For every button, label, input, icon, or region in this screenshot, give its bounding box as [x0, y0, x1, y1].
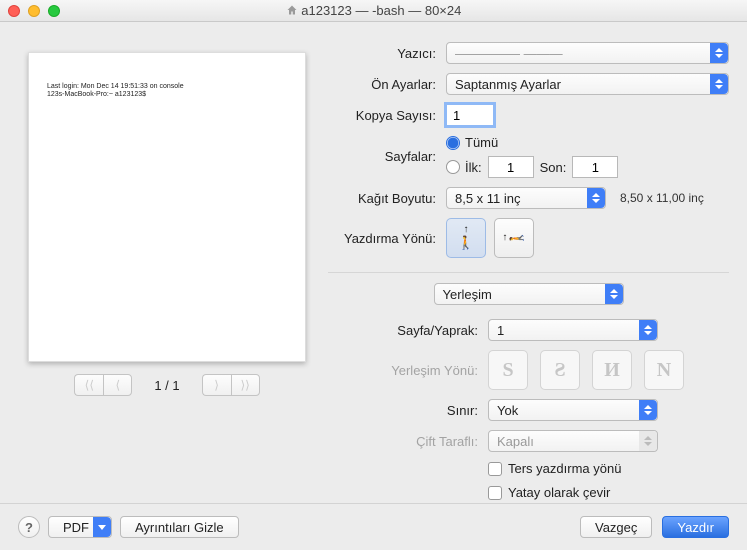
last-page-input[interactable] — [572, 156, 618, 178]
prev-page-button[interactable]: ⟨ — [103, 374, 132, 396]
two-sided-select: Kapalı — [488, 430, 658, 452]
next-page-button[interactable]: ⟩ — [202, 374, 231, 396]
reverse-checkbox[interactable]: Ters yazdırma yönü — [488, 461, 621, 476]
section-value: Yerleşim — [443, 287, 492, 302]
flip-horizontal-checkbox[interactable]: Yatay olarak çevir — [488, 485, 610, 500]
border-value: Yok — [497, 403, 518, 418]
pages-per-sheet-select[interactable]: 1 — [488, 319, 658, 341]
page-preview: Last login: Mon Dec 14 19:51:33 on conso… — [28, 52, 306, 362]
print-options: Yazıcı: ————— ——— Ön Ayarlar: Saptanmış … — [328, 42, 729, 509]
presets-label: Ön Ayarlar: — [328, 77, 446, 92]
print-button[interactable]: Yazdır — [662, 516, 729, 538]
chevron-updown-icon — [710, 74, 728, 94]
checkbox-icon — [488, 486, 502, 500]
section-select[interactable]: Yerleşim — [434, 283, 624, 305]
preview-line: Last login: Mon Dec 14 19:51:33 on conso… — [47, 83, 287, 91]
paper-size-select[interactable]: 8,5 x 11 inç — [446, 187, 606, 209]
next-page-seg: ⟩ ⟩⟩ — [202, 374, 260, 396]
help-button[interactable]: ? — [18, 516, 40, 538]
cancel-label: Vazgeç — [595, 520, 637, 535]
first-page-input[interactable] — [488, 156, 534, 178]
chevron-updown-icon — [710, 43, 728, 63]
presets-select[interactable]: Saptanmış Ayarlar — [446, 73, 729, 95]
paper-dim-note: 8,50 x 11,00 inç — [620, 191, 704, 205]
two-sided-label: Çift Taraflı: — [328, 434, 488, 449]
copies-label: Kopya Sayısı: — [328, 108, 446, 123]
radio-off-icon — [446, 160, 460, 174]
page-indicator: 1 / 1 — [154, 378, 179, 393]
layout-dir-4[interactable]: N — [644, 350, 684, 390]
pages-all-radio[interactable]: Tümü — [446, 135, 498, 150]
pages-range-radio[interactable]: İlk: — [446, 160, 482, 175]
chevron-updown-icon — [587, 188, 605, 208]
layout-dir-3[interactable]: И — [592, 350, 632, 390]
first-page-button[interactable]: ⟨⟨ — [74, 374, 103, 396]
last-label: Son: — [540, 160, 567, 175]
pdf-menu-button[interactable]: PDF — [48, 516, 112, 538]
presets-value: Saptanmış Ayarlar — [455, 77, 561, 92]
hide-details-button[interactable]: Ayrıntıları Gizle — [120, 516, 239, 538]
first-label: İlk: — [465, 160, 482, 175]
window-title: a123123 — -bash — 80×24 — [0, 3, 747, 18]
window-title-text: a123123 — -bash — 80×24 — [301, 3, 461, 18]
prev-page-seg: ⟨⟨ ⟨ — [74, 374, 132, 396]
chevron-updown-icon — [639, 431, 657, 451]
print-label: Yazdır — [677, 520, 714, 535]
dialog-footer: ? PDF Ayrıntıları Gizle Vazgeç Yazdır — [0, 503, 747, 550]
orientation-label: Yazdırma Yönü: — [328, 231, 446, 246]
two-sided-value: Kapalı — [497, 434, 534, 449]
printer-label: Yazıcı: — [328, 46, 446, 61]
flip-label: Yatay olarak çevir — [508, 485, 610, 500]
paper-size-value: 8,5 x 11 inç — [455, 191, 521, 206]
cancel-button[interactable]: Vazgeç — [580, 516, 652, 538]
home-icon — [286, 4, 298, 16]
border-select[interactable]: Yok — [488, 399, 658, 421]
pps-value: 1 — [497, 323, 504, 338]
pps-label: Sayfa/Yaprak: — [328, 323, 488, 338]
pages-label: Sayfalar: — [328, 149, 446, 164]
hide-details-label: Ayrıntıları Gizle — [135, 520, 224, 535]
preview-pane: Last login: Mon Dec 14 19:51:33 on conso… — [28, 52, 306, 396]
radio-on-icon — [446, 136, 460, 150]
separator — [328, 272, 729, 273]
printer-value: ————— ——— — [455, 46, 563, 61]
border-label: Sınır: — [328, 403, 488, 418]
pdf-label: PDF — [63, 520, 89, 535]
titlebar: a123123 — -bash — 80×24 — [0, 0, 747, 22]
chevron-updown-icon — [639, 320, 657, 340]
pages-all-label: Tümü — [465, 135, 498, 150]
layout-dir-label: Yerleşim Yönü: — [328, 363, 488, 378]
orientation-landscape[interactable]: ↑🚶 — [494, 218, 534, 258]
reverse-label: Ters yazdırma yönü — [508, 461, 621, 476]
chevron-down-icon — [93, 517, 111, 537]
checkbox-icon — [488, 462, 502, 476]
preview-line: 123s-MacBook-Pro:~ a123123$ — [47, 91, 287, 99]
printer-select[interactable]: ————— ——— — [446, 42, 729, 64]
layout-dir-2[interactable]: Ƨ — [540, 350, 580, 390]
copies-input[interactable] — [446, 104, 494, 126]
orientation-portrait[interactable]: ↑🚶 — [446, 218, 486, 258]
chevron-updown-icon — [639, 400, 657, 420]
paper-size-label: Kağıt Boyutu: — [328, 191, 446, 206]
last-page-button[interactable]: ⟩⟩ — [231, 374, 260, 396]
layout-dir-1[interactable]: S — [488, 350, 528, 390]
chevron-updown-icon — [605, 284, 623, 304]
